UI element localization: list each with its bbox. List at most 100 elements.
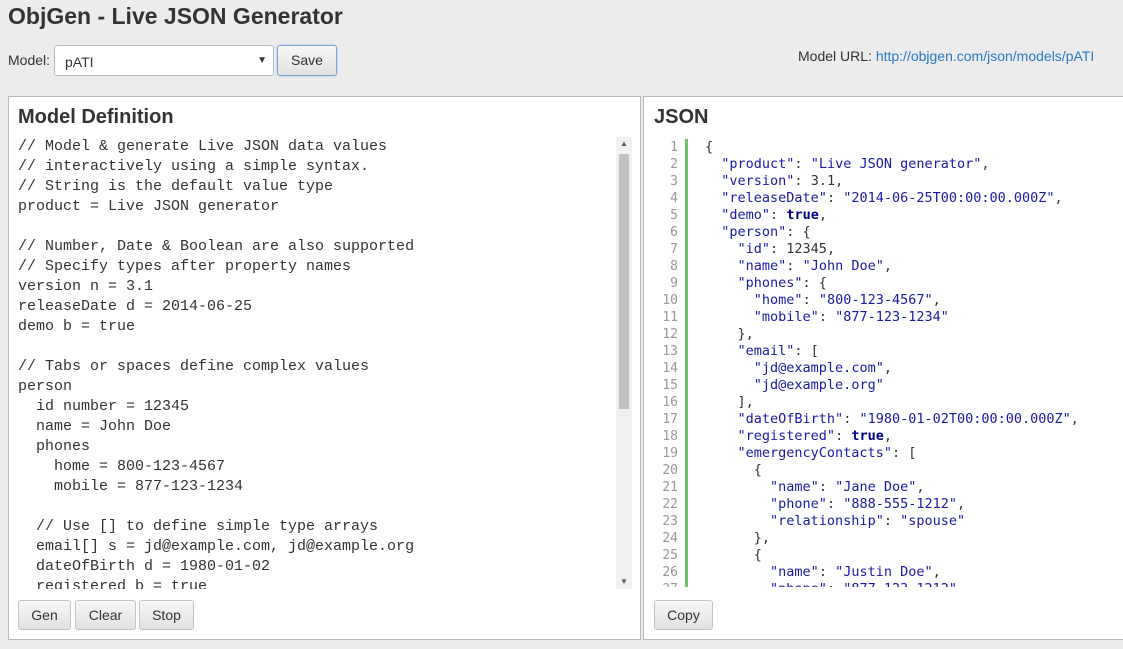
editor-line: person xyxy=(18,378,73,395)
editor-line: registered b = true xyxy=(18,578,208,589)
editor-line: name = John Doe xyxy=(18,418,172,435)
editor-line: // Tabs or spaces define complex values xyxy=(18,358,370,375)
editor-line: version n = 3.1 xyxy=(18,278,154,295)
json-token: "Jane Doe" xyxy=(835,479,917,495)
save-button[interactable]: Save xyxy=(277,45,337,76)
model-url-container: Model URL: http://objgen.com/json/models… xyxy=(798,48,1094,64)
json-token: }, xyxy=(705,530,771,546)
line-number-gutter: 1 2 3 4 5 6 7 8 9 10 11 12 13 14 15 16 17 18 19 20 21 22 23 24 2… xyxy=(644,139,678,587)
json-token: "jd@example.com" xyxy=(753,360,884,376)
editor-line: // String is the default value type xyxy=(18,178,334,195)
line-number: 20 xyxy=(662,463,678,478)
line-number: 6 xyxy=(670,225,678,240)
json-token: "2014-06-25T00:00:00.000Z" xyxy=(843,190,1055,206)
json-token: "800-123-4567" xyxy=(818,292,933,308)
json-token: : xyxy=(794,173,811,189)
json-token: true xyxy=(786,207,819,223)
json-token: "releaseDate" xyxy=(721,190,827,206)
line-number: 15 xyxy=(662,378,678,393)
copy-button[interactable]: Copy xyxy=(654,600,713,630)
json-token: , xyxy=(957,496,966,512)
json-token: , xyxy=(932,292,941,308)
line-number: 13 xyxy=(662,344,678,359)
editor-line: // Model & generate Live JSON data value… xyxy=(18,138,388,155)
json-line: "relationship": "spouse" xyxy=(705,513,1079,530)
clear-button[interactable]: Clear xyxy=(75,600,136,630)
json-token: : xyxy=(770,241,787,257)
json-line: "jd@example.org" xyxy=(705,377,1079,394)
json-token: "home" xyxy=(753,292,803,308)
line-number: 21 xyxy=(662,480,678,495)
json-token: "phone" xyxy=(770,581,827,587)
json-token: true xyxy=(851,428,884,444)
editor-line: product = Live JSON generator xyxy=(18,198,280,215)
scroll-down-arrow-icon[interactable]: ▼ xyxy=(616,575,632,589)
model-url-link[interactable]: http://objgen.com/json/models/pATI xyxy=(876,48,1094,64)
json-token: "877-123-1234" xyxy=(835,309,949,325)
line-number: 23 xyxy=(662,514,678,529)
json-line: "id": 12345, xyxy=(705,241,1079,258)
json-token: "name" xyxy=(770,479,819,495)
json-line: "product": "Live JSON generator", xyxy=(705,156,1079,173)
stop-button[interactable]: Stop xyxy=(139,600,194,630)
json-token: "emergencyContacts" xyxy=(737,445,892,461)
json-token: "dateOfBirth" xyxy=(737,411,844,427)
gen-button[interactable]: Gen xyxy=(18,600,71,630)
json-token: "888-555-1212" xyxy=(843,496,957,512)
json-token: "registered" xyxy=(737,428,836,444)
json-token: "jd@example.org" xyxy=(753,377,884,393)
line-number: 14 xyxy=(662,361,678,376)
json-token: : xyxy=(826,496,844,512)
json-token: "phone" xyxy=(770,496,827,512)
model-url-label: Model URL: xyxy=(798,48,872,64)
json-token: { xyxy=(705,139,714,155)
line-number: 9 xyxy=(670,276,678,291)
json-line: { xyxy=(705,139,1079,156)
scroll-up-arrow-icon[interactable]: ▲ xyxy=(616,137,632,151)
json-token: : xyxy=(802,292,819,308)
json-token: , xyxy=(883,428,892,444)
json-token: ], xyxy=(705,394,754,410)
json-token: : xyxy=(835,428,852,444)
line-number: 24 xyxy=(662,531,678,546)
json-line: "demo": true, xyxy=(705,207,1079,224)
editor-line: dateOfBirth d = 1980-01-02 xyxy=(18,558,271,575)
scroll-thumb[interactable] xyxy=(619,154,629,409)
json-output[interactable]: 1 2 3 4 5 6 7 8 9 10 11 12 13 14 15 16 17 18 19 20 21 22 23 24 2… xyxy=(644,139,1123,587)
line-number: 16 xyxy=(662,395,678,410)
json-token: : xyxy=(827,581,843,587)
json-token: : xyxy=(786,258,803,274)
line-number: 27 xyxy=(644,581,678,587)
model-label: Model: xyxy=(8,52,51,68)
model-select[interactable]: pATI ▼ xyxy=(54,45,274,76)
editor-scrollbar[interactable]: ▲ ▼ xyxy=(616,137,632,589)
chevron-down-icon: ▼ xyxy=(257,55,267,66)
json-panel: JSON 1 2 3 4 5 6 7 8 9 10 11 12 13 14 15 16 17 18 19 20 21 22… xyxy=(643,96,1123,640)
model-editor[interactable]: // Model & generate Live JSON data value… xyxy=(18,137,618,589)
json-line: "releaseDate": "2014-06-25T00:00:00.000Z… xyxy=(705,190,1079,207)
editor-line: id number = 12345 xyxy=(18,398,190,415)
json-token: : xyxy=(770,207,787,223)
json-line: "phones": { xyxy=(705,275,1079,292)
line-number: 8 xyxy=(670,259,678,274)
json-token: "email" xyxy=(737,343,795,359)
json-line: }, xyxy=(705,326,1079,343)
editor-line: // interactively using a simple syntax. xyxy=(18,158,370,175)
json-token: "phones" xyxy=(737,275,803,291)
json-token: , xyxy=(883,360,892,376)
json-token: "name" xyxy=(770,564,819,580)
